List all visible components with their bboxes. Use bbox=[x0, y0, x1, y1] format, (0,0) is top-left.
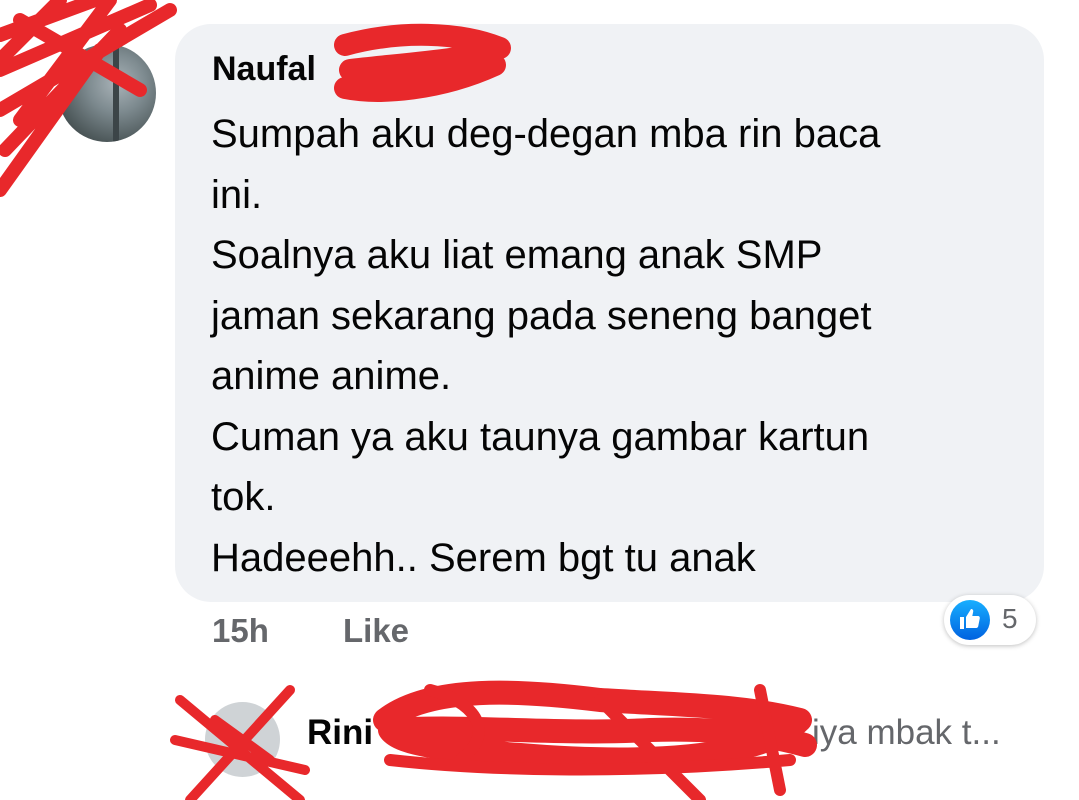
reply-avatar[interactable] bbox=[205, 702, 280, 777]
comment-line: Sumpah aku deg-degan mba rin baca bbox=[211, 112, 881, 156]
comment-line: ini. bbox=[211, 172, 263, 217]
comment-line: jaman sekarang pada seneng banget bbox=[211, 293, 872, 338]
comment-line: Hadeeehh.. Serem bgt tu anak bbox=[211, 535, 756, 580]
avatar-detail bbox=[113, 44, 119, 142]
comment-line: anime anime. bbox=[211, 354, 452, 398]
reply-snippet[interactable]: iya mbak t... bbox=[812, 713, 1001, 753]
like-button[interactable]: Like bbox=[343, 612, 409, 650]
reaction-summary[interactable]: 5 bbox=[944, 595, 1036, 645]
reply-author-name[interactable]: Rini bbox=[307, 713, 373, 753]
comment-line: Cuman ya aku taunya gambar kartun bbox=[211, 414, 870, 459]
comment-timestamp[interactable]: 15h bbox=[212, 612, 269, 650]
comment-line: Soalnya aku liat emang anak SMP bbox=[211, 233, 823, 277]
comment-body: Sumpah aku deg-degan mba rin baca ini. S… bbox=[211, 104, 1021, 588]
like-icon bbox=[950, 600, 990, 640]
commenter-avatar[interactable] bbox=[58, 44, 156, 142]
reaction-count: 5 bbox=[1002, 603, 1018, 634]
comment-line: tok. bbox=[211, 475, 276, 519]
comment-author-name[interactable]: Naufal bbox=[212, 50, 316, 89]
